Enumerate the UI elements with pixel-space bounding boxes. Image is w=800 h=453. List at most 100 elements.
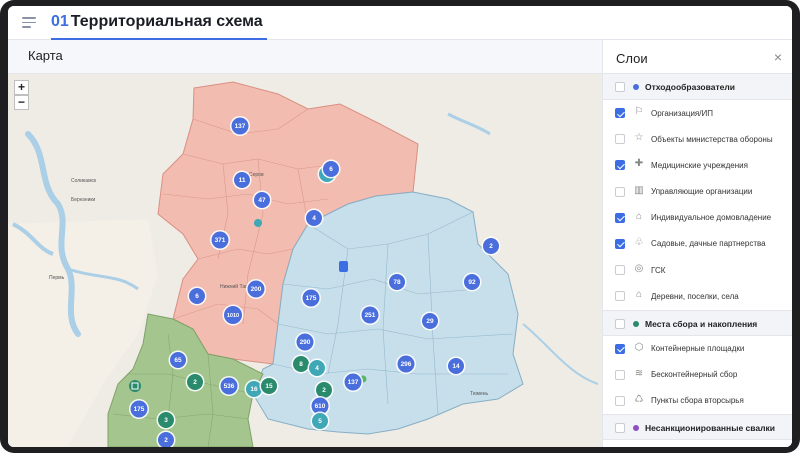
close-icon[interactable]: × <box>774 49 782 65</box>
cluster-count: 2 <box>322 387 326 394</box>
cluster-count: 175 <box>134 406 145 413</box>
cluster-marker[interactable]: 137 <box>230 116 250 136</box>
cluster-marker[interactable]: 14 <box>446 356 466 376</box>
city-label: Березники <box>71 197 96 203</box>
cluster-marker[interactable]: 6 <box>321 159 341 179</box>
cluster-count: 296 <box>401 361 412 368</box>
layer-item[interactable]: ⌂ Деревни, поселки, села <box>603 283 792 309</box>
page-number: 01 <box>51 13 69 30</box>
cluster-marker[interactable]: 536 <box>219 376 239 396</box>
cluster-marker[interactable]: 11 <box>232 170 252 190</box>
layers-panel-title: Слои <box>616 51 648 66</box>
cluster-count: 536 <box>224 383 235 390</box>
layer-group-label: Места сбора и накопления <box>645 318 758 329</box>
cluster-marker[interactable]: 175 <box>129 399 149 419</box>
layer-checkbox[interactable] <box>615 265 625 276</box>
cluster-marker[interactable]: 8 <box>291 354 311 374</box>
layer-group-checkbox[interactable] <box>615 82 625 92</box>
cluster-marker[interactable]: 65 <box>168 350 188 370</box>
zoom-in-button[interactable]: + <box>14 80 29 95</box>
star-icon: ☆ <box>634 132 644 144</box>
header: 01 Территориальная схема <box>8 6 792 40</box>
cluster-marker[interactable]: 200 <box>246 279 266 299</box>
cluster-marker[interactable]: 92 <box>462 272 482 292</box>
layer-item[interactable]: ⬡ Контейнерные площадки <box>603 336 792 362</box>
map-canvas[interactable]: Соликамск Березники Пермь Серов Нижний Т… <box>8 74 602 447</box>
cluster-count: 5 <box>318 418 322 425</box>
layer-checkbox[interactable] <box>615 343 625 354</box>
layer-checkbox[interactable] <box>615 291 625 302</box>
flag-marker-icon <box>339 261 348 272</box>
recycle-icon: ♺ <box>634 393 644 405</box>
cluster-marker[interactable]: 175 <box>301 288 321 308</box>
tree-icon: ♧ <box>634 236 644 248</box>
cluster-marker[interactable]: 3 <box>156 410 176 430</box>
city-label: Соликамск <box>71 178 97 184</box>
layer-item[interactable]: ✚ Медицинские учреждения <box>603 152 792 178</box>
cluster-count: 92 <box>468 279 476 286</box>
layer-group-dot-icon <box>633 84 639 90</box>
layer-checkbox[interactable] <box>615 212 625 223</box>
layer-checkbox[interactable] <box>615 134 625 145</box>
cluster-marker[interactable]: 4 <box>307 358 327 378</box>
cluster-marker[interactable]: 2 <box>185 372 205 392</box>
cluster-marker[interactable]: 5 <box>310 411 330 431</box>
city-label: Пермь <box>49 275 65 281</box>
cluster-count: 137 <box>235 123 246 130</box>
cluster-marker[interactable]: 290 <box>295 332 315 352</box>
cluster-marker[interactable]: 251 <box>360 305 380 325</box>
cluster-marker[interactable]: 137 <box>343 372 363 392</box>
cluster-count: 2 <box>489 243 493 250</box>
cluster-count: 137 <box>348 379 359 386</box>
cluster-marker[interactable]: 47 <box>252 190 272 210</box>
cluster-marker[interactable]: 15 <box>259 376 279 396</box>
layer-checkbox[interactable] <box>615 108 625 118</box>
layer-checkbox[interactable] <box>615 186 625 197</box>
layer-checkbox[interactable] <box>615 395 625 406</box>
cluster-count: 251 <box>365 312 376 319</box>
cluster-marker[interactable]: 1010 <box>222 304 244 326</box>
city-label: Тюмень <box>470 391 489 397</box>
layer-group-checkbox[interactable] <box>615 423 625 434</box>
layer-group-dot-icon <box>633 425 639 432</box>
layer-item[interactable]: ⚐ Организация/ИП <box>603 100 792 126</box>
layer-item[interactable]: ♺ Пункты сбора вторсырья <box>603 388 792 414</box>
layer-group-illegal-dumps[interactable]: Несанкционированные свалки <box>603 414 792 441</box>
zoom-out-button[interactable]: − <box>14 95 29 110</box>
layer-checkbox[interactable] <box>615 369 625 380</box>
layer-item[interactable]: ≋ Бесконтейнерный сбор <box>603 362 792 388</box>
map-svg[interactable]: Соликамск Березники Пермь Серов Нижний Т… <box>8 74 602 447</box>
cluster-count: 65 <box>174 357 182 364</box>
layer-item[interactable]: ⌂ Индивидуальное домовладение <box>603 205 792 231</box>
cluster-marker[interactable]: 6 <box>187 286 207 306</box>
layer-item-label: Деревни, поселки, села <box>651 291 739 301</box>
cluster-marker[interactable]: 29 <box>420 311 440 331</box>
map-panel: Карта Соликамск Березники Пермь Серов Ни… <box>8 40 602 447</box>
layer-item-label: Контейнерные площадки <box>651 344 745 353</box>
layer-checkbox[interactable] <box>615 238 625 249</box>
cluster-marker[interactable]: 296 <box>396 354 416 374</box>
cluster-count: 175 <box>306 295 317 302</box>
menu-icon[interactable] <box>22 17 36 29</box>
layer-item[interactable]: ☆ Объекты министерства обороны <box>603 126 792 152</box>
layer-item[interactable]: ♧ Садовые, дачные партнерства <box>603 231 792 257</box>
layer-item[interactable]: ▥ Управляющие организации <box>603 179 792 205</box>
cluster-marker[interactable]: 371 <box>210 230 230 250</box>
layer-item[interactable]: ◎ ГСК <box>603 257 792 283</box>
layer-checkbox[interactable] <box>615 160 625 171</box>
layer-group-collection-points[interactable]: Места сбора и накопления <box>603 309 792 336</box>
cluster-marker[interactable]: 78 <box>387 272 407 292</box>
cluster-count: 8 <box>299 361 303 368</box>
cluster-marker[interactable]: 2 <box>481 236 501 256</box>
layer-group-checkbox[interactable] <box>615 318 625 329</box>
cluster-count: 371 <box>215 237 226 244</box>
medical-cross-icon: ✚ <box>634 158 644 170</box>
layer-item-label: Организация/ИП <box>651 108 713 118</box>
container-icon: ⬡ <box>634 341 644 353</box>
layer-group-dot-icon <box>633 320 639 327</box>
layer-group-label: Несанкционированные свалки <box>645 423 775 434</box>
cluster-count: 2 <box>193 379 197 386</box>
cluster-marker[interactable]: 4 <box>304 208 324 228</box>
cluster-count: 11 <box>239 177 246 184</box>
layer-group-waste-generators[interactable]: Отходообразователи <box>603 74 792 100</box>
